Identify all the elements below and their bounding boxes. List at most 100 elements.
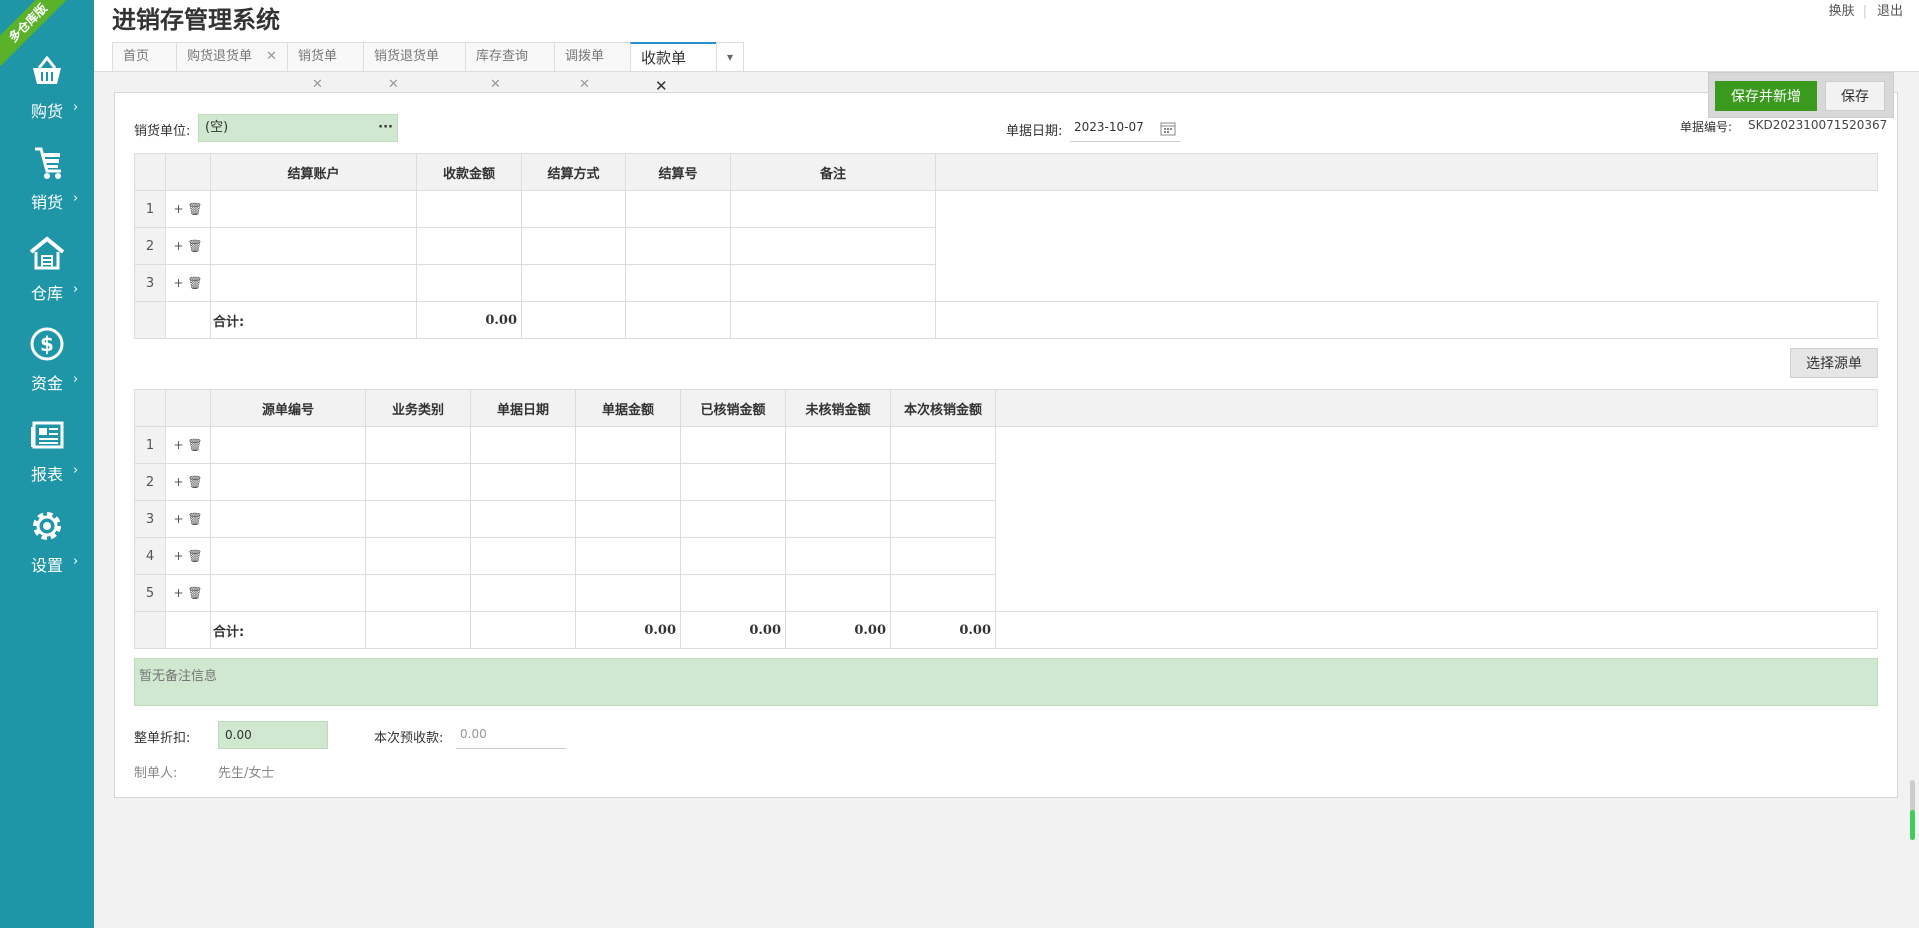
- sidebar-item-sales[interactable]: 销货 ›: [0, 143, 94, 227]
- close-icon[interactable]: ✕: [266, 49, 277, 64]
- add-row-icon[interactable]: +: [173, 202, 183, 216]
- close-icon[interactable]: ✕: [579, 77, 590, 92]
- close-icon[interactable]: ✕: [490, 77, 501, 92]
- sidebar-item-settings[interactable]: 设置 ›: [0, 506, 94, 590]
- verified-cell[interactable]: [680, 574, 786, 612]
- source-no-cell[interactable]: [210, 463, 366, 501]
- remark-cell[interactable]: [730, 190, 936, 228]
- unverified-cell[interactable]: [785, 463, 891, 501]
- remark-cell[interactable]: [730, 227, 936, 265]
- tab-sales[interactable]: 销货单 ✕: [287, 42, 363, 92]
- scrollbar-thumb[interactable]: [1910, 810, 1915, 840]
- account-cell[interactable]: [210, 190, 417, 228]
- trash-icon[interactable]: 🗑: [187, 512, 202, 526]
- sidebar-item-funds[interactable]: $ 资金 ›: [0, 324, 94, 408]
- memo-textarea[interactable]: [134, 658, 1878, 706]
- scrollbar-track[interactable]: [1910, 780, 1915, 840]
- this-verify-cell[interactable]: [890, 537, 996, 575]
- amount-cell[interactable]: [416, 190, 522, 228]
- remark-cell[interactable]: [730, 264, 936, 302]
- unverified-cell[interactable]: [785, 500, 891, 538]
- bill-date-cell[interactable]: [470, 537, 576, 575]
- select-source-button[interactable]: 选择源单: [1790, 348, 1878, 378]
- verified-cell[interactable]: [680, 537, 786, 575]
- add-row-icon[interactable]: +: [173, 549, 183, 563]
- discount-input[interactable]: 0.00: [218, 721, 328, 749]
- bill-amount-cell[interactable]: [575, 574, 681, 612]
- this-verify-cell[interactable]: [890, 426, 996, 464]
- tab-sales-return[interactable]: 销货退货单 ✕: [363, 42, 465, 92]
- trash-icon[interactable]: 🗑: [187, 276, 202, 290]
- biz-type-cell[interactable]: [365, 463, 471, 501]
- unverified-cell[interactable]: [785, 574, 891, 612]
- settle-no-cell[interactable]: [625, 227, 731, 265]
- total-label: 合计:: [210, 611, 366, 649]
- source-no-cell[interactable]: [210, 500, 366, 538]
- bill-amount-cell[interactable]: [575, 426, 681, 464]
- method-cell[interactable]: [521, 264, 626, 302]
- method-cell[interactable]: [521, 190, 626, 228]
- account-cell[interactable]: [210, 264, 417, 302]
- verified-cell[interactable]: [680, 463, 786, 501]
- customer-input[interactable]: (空) ···: [198, 114, 398, 142]
- date-input[interactable]: 2023-10-07: [1070, 114, 1180, 142]
- add-row-icon[interactable]: +: [173, 512, 183, 526]
- this-verify-cell[interactable]: [890, 500, 996, 538]
- settle-no-cell[interactable]: [625, 190, 731, 228]
- account-cell[interactable]: [210, 227, 417, 265]
- source-no-cell[interactable]: [210, 537, 366, 575]
- biz-type-cell[interactable]: [365, 574, 471, 612]
- save-button[interactable]: 保存: [1825, 81, 1885, 111]
- trash-icon[interactable]: 🗑: [187, 438, 202, 452]
- biz-type-cell[interactable]: [365, 500, 471, 538]
- unverified-cell[interactable]: [785, 537, 891, 575]
- bill-date-cell[interactable]: [470, 426, 576, 464]
- bill-amount-cell[interactable]: [575, 537, 681, 575]
- method-cell[interactable]: [521, 227, 626, 265]
- close-icon[interactable]: ✕: [388, 77, 399, 92]
- add-row-icon[interactable]: +: [173, 276, 183, 290]
- amount-cell[interactable]: [416, 227, 522, 265]
- add-row-icon[interactable]: +: [173, 475, 183, 489]
- tab-receipt[interactable]: 收款单✕: [630, 42, 716, 95]
- prepay-input[interactable]: 0.00: [456, 721, 566, 749]
- tab-more-dropdown[interactable]: ▾: [716, 42, 744, 72]
- verified-cell[interactable]: [680, 500, 786, 538]
- bill-date-cell[interactable]: [470, 463, 576, 501]
- trash-icon[interactable]: 🗑: [187, 202, 202, 216]
- close-icon[interactable]: ✕: [312, 77, 323, 92]
- bill-date-cell[interactable]: [470, 500, 576, 538]
- this-verify-cell[interactable]: [890, 574, 996, 612]
- calendar-icon[interactable]: [1160, 120, 1176, 136]
- sidebar-item-reports[interactable]: 报表 ›: [0, 415, 94, 499]
- amount-cell[interactable]: [416, 264, 522, 302]
- tab-transfer[interactable]: 调拨单 ✕: [554, 42, 630, 92]
- sidebar-item-purchase[interactable]: 购货 ›: [0, 52, 94, 136]
- skin-link[interactable]: 换肤: [1829, 4, 1855, 19]
- bill-amount-cell[interactable]: [575, 500, 681, 538]
- logout-link[interactable]: 退出: [1877, 4, 1903, 19]
- tab-purchase-return[interactable]: 购货退货单 ✕: [176, 42, 287, 72]
- more-icon[interactable]: ···: [378, 115, 393, 141]
- unverified-cell[interactable]: [785, 426, 891, 464]
- tab-home[interactable]: 首页: [112, 42, 176, 72]
- add-row-icon[interactable]: +: [173, 438, 183, 452]
- save-and-new-button[interactable]: 保存并新增: [1715, 81, 1817, 111]
- biz-type-cell[interactable]: [365, 426, 471, 464]
- settle-no-cell[interactable]: [625, 264, 731, 302]
- biz-type-cell[interactable]: [365, 537, 471, 575]
- bill-date-cell[interactable]: [470, 574, 576, 612]
- sidebar-item-warehouse[interactable]: 仓库 ›: [0, 234, 94, 318]
- add-row-icon[interactable]: +: [173, 239, 183, 253]
- trash-icon[interactable]: 🗑: [187, 239, 202, 253]
- add-row-icon[interactable]: +: [173, 586, 183, 600]
- trash-icon[interactable]: 🗑: [187, 475, 202, 489]
- verified-cell[interactable]: [680, 426, 786, 464]
- this-verify-cell[interactable]: [890, 463, 996, 501]
- trash-icon[interactable]: 🗑: [187, 549, 202, 563]
- source-no-cell[interactable]: [210, 426, 366, 464]
- trash-icon[interactable]: 🗑: [187, 586, 202, 600]
- source-no-cell[interactable]: [210, 574, 366, 612]
- tab-inventory-query[interactable]: 库存查询 ✕: [465, 42, 554, 92]
- bill-amount-cell[interactable]: [575, 463, 681, 501]
